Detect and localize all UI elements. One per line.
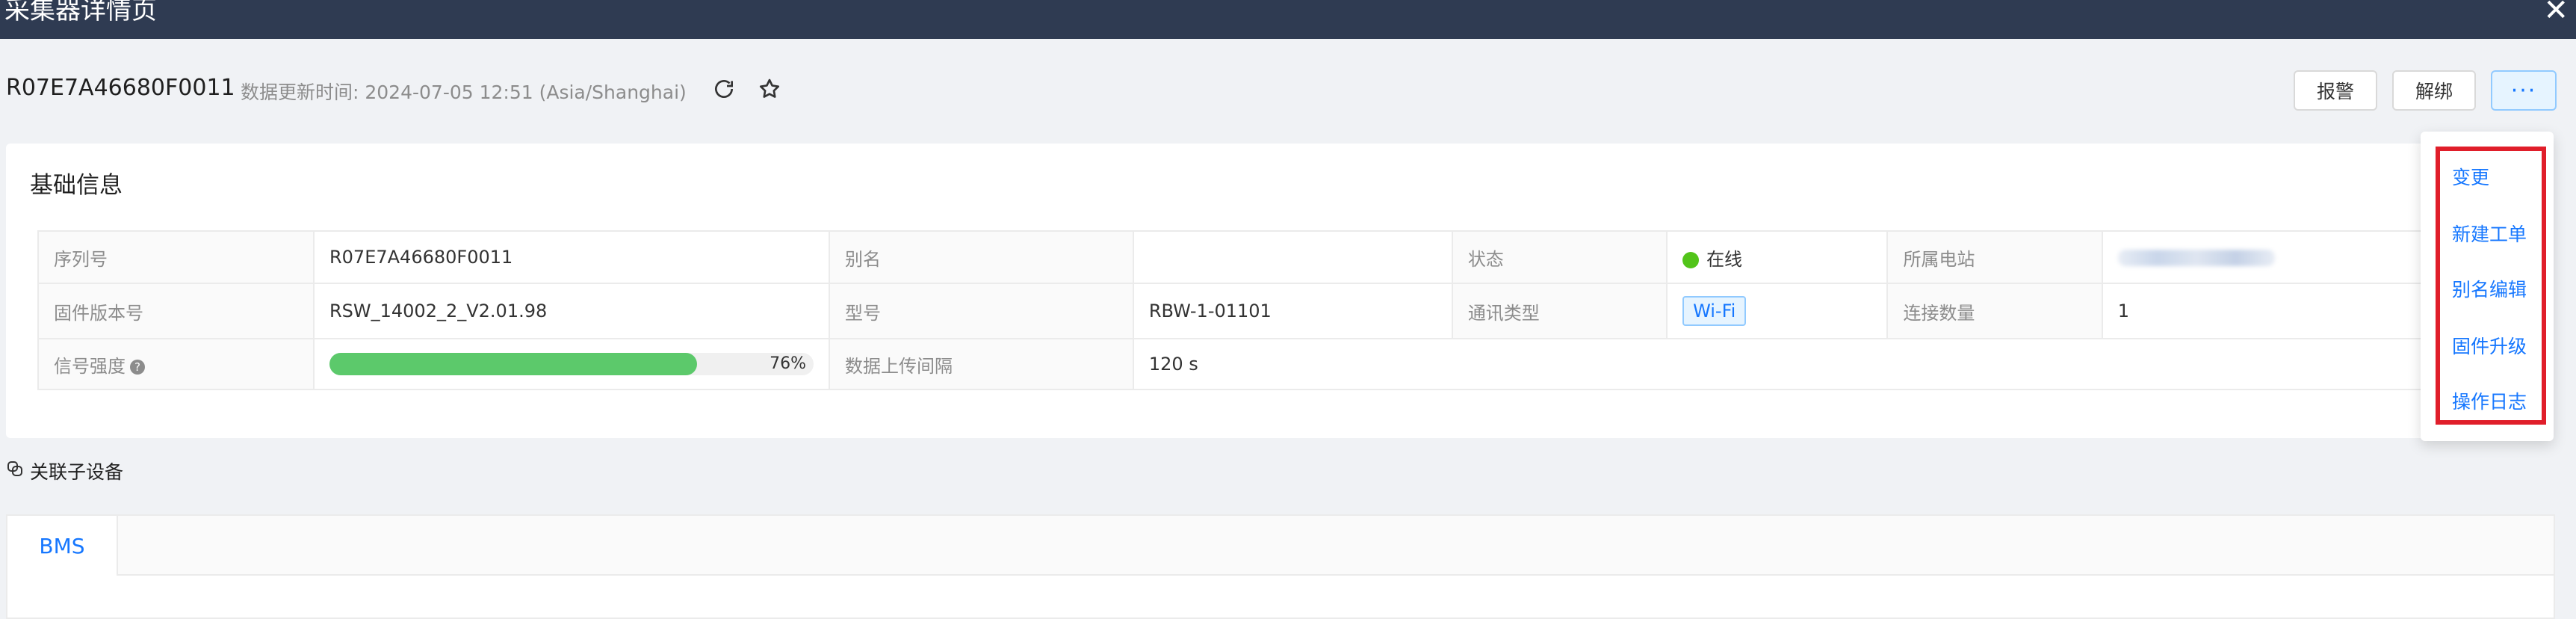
signal-progress-text: 76%: [770, 354, 806, 373]
menu-item-edit-alias[interactable]: 别名编辑: [2452, 275, 2527, 302]
signal-label: 信号强度: [54, 355, 126, 377]
alias-value: [1132, 230, 1453, 284]
menu-item-operation-log[interactable]: 操作日志: [2452, 387, 2527, 414]
basic-info-table: 序列号 R07E7A46680F0011 别名 状态 在线 所属电站 固件版本号…: [37, 230, 2456, 390]
table-row: 信号强度? 76% 数据上传间隔 120 s: [37, 338, 2456, 390]
tab-bar: [7, 516, 2554, 576]
online-status-dot: [1682, 251, 1700, 268]
signal-progress-fill: [329, 353, 698, 375]
serial-value: R07E7A46680F0011: [312, 230, 830, 284]
link-icon: [6, 460, 24, 482]
serial-label: 序列号: [37, 230, 315, 284]
table-row: 固件版本号 RSW_14002_2_V2.01.98 型号 RBW-1-0110…: [37, 283, 2456, 339]
table-row: 序列号 R07E7A46680F0011 别名 状态 在线 所属电站: [37, 230, 2456, 284]
update-time: 数据更新时间: 2024-07-05 12:51 (Asia/Shanghai): [241, 81, 687, 103]
tab-bms[interactable]: BMS: [7, 516, 118, 576]
unbind-button[interactable]: 解绑: [2392, 70, 2476, 111]
menu-item-change[interactable]: 变更: [2452, 163, 2489, 190]
star-icon[interactable]: [754, 73, 785, 105]
alarm-button[interactable]: 报警: [2294, 70, 2377, 111]
connection-count-label: 连接数量: [1886, 283, 2103, 339]
more-button[interactable]: ···: [2491, 70, 2557, 111]
close-icon[interactable]: ✕: [2543, 0, 2569, 25]
model-label: 型号: [828, 283, 1134, 339]
window-titlebar: 采集器详情页 ✕: [0, 0, 2576, 39]
basic-info-card: 基础信息 序列号 R07E7A46680F0011 别名 状态 在线 所属电站 …: [6, 144, 2456, 438]
menu-item-firmware-upgrade[interactable]: 固件升级: [2452, 332, 2527, 359]
window-title: 采集器详情页: [4, 0, 157, 25]
signal-label-cell: 信号强度?: [37, 338, 315, 390]
basic-info-title: 基础信息: [30, 172, 123, 199]
redacted-station-name: [2117, 250, 2275, 266]
model-value: RBW-1-01101: [1132, 283, 1453, 339]
status-label: 状态: [1451, 230, 1668, 284]
alias-label: 别名: [828, 230, 1134, 284]
firmware-label: 固件版本号: [37, 283, 315, 339]
comm-type-label: 通讯类型: [1451, 283, 1668, 339]
sub-devices-panel: BMS: [6, 514, 2555, 619]
upload-interval-value: 120 s: [1132, 338, 2456, 390]
firmware-value: RSW_14002_2_V2.01.98: [312, 283, 830, 339]
connection-count-value: 1: [2101, 283, 2456, 339]
comm-type-tag: Wi-Fi: [1682, 296, 1747, 326]
sub-devices-header: 关联子设备: [6, 458, 123, 484]
device-header: R07E7A46680F0011 数据更新时间: 2024-07-05 12:5…: [0, 67, 2576, 117]
station-value[interactable]: [2101, 230, 2456, 284]
menu-item-new-work-order[interactable]: 新建工单: [2452, 220, 2527, 247]
comm-type-cell: Wi-Fi: [1666, 283, 1889, 339]
status-value: 在线: [1706, 248, 1743, 270]
refresh-icon[interactable]: [708, 73, 740, 105]
help-icon[interactable]: ?: [130, 359, 145, 375]
upload-interval-label: 数据上传间隔: [828, 338, 1134, 390]
more-dropdown-menu: 变更 新建工单 别名编辑 固件升级 操作日志: [2421, 132, 2554, 441]
status-cell: 在线: [1666, 230, 1889, 284]
signal-progress: 76%: [329, 353, 814, 375]
signal-value-cell: 76%: [312, 338, 830, 390]
device-id: R07E7A46680F0011: [6, 75, 235, 101]
station-label: 所属电站: [1886, 230, 2103, 284]
sub-devices-title: 关联子设备: [30, 461, 124, 483]
